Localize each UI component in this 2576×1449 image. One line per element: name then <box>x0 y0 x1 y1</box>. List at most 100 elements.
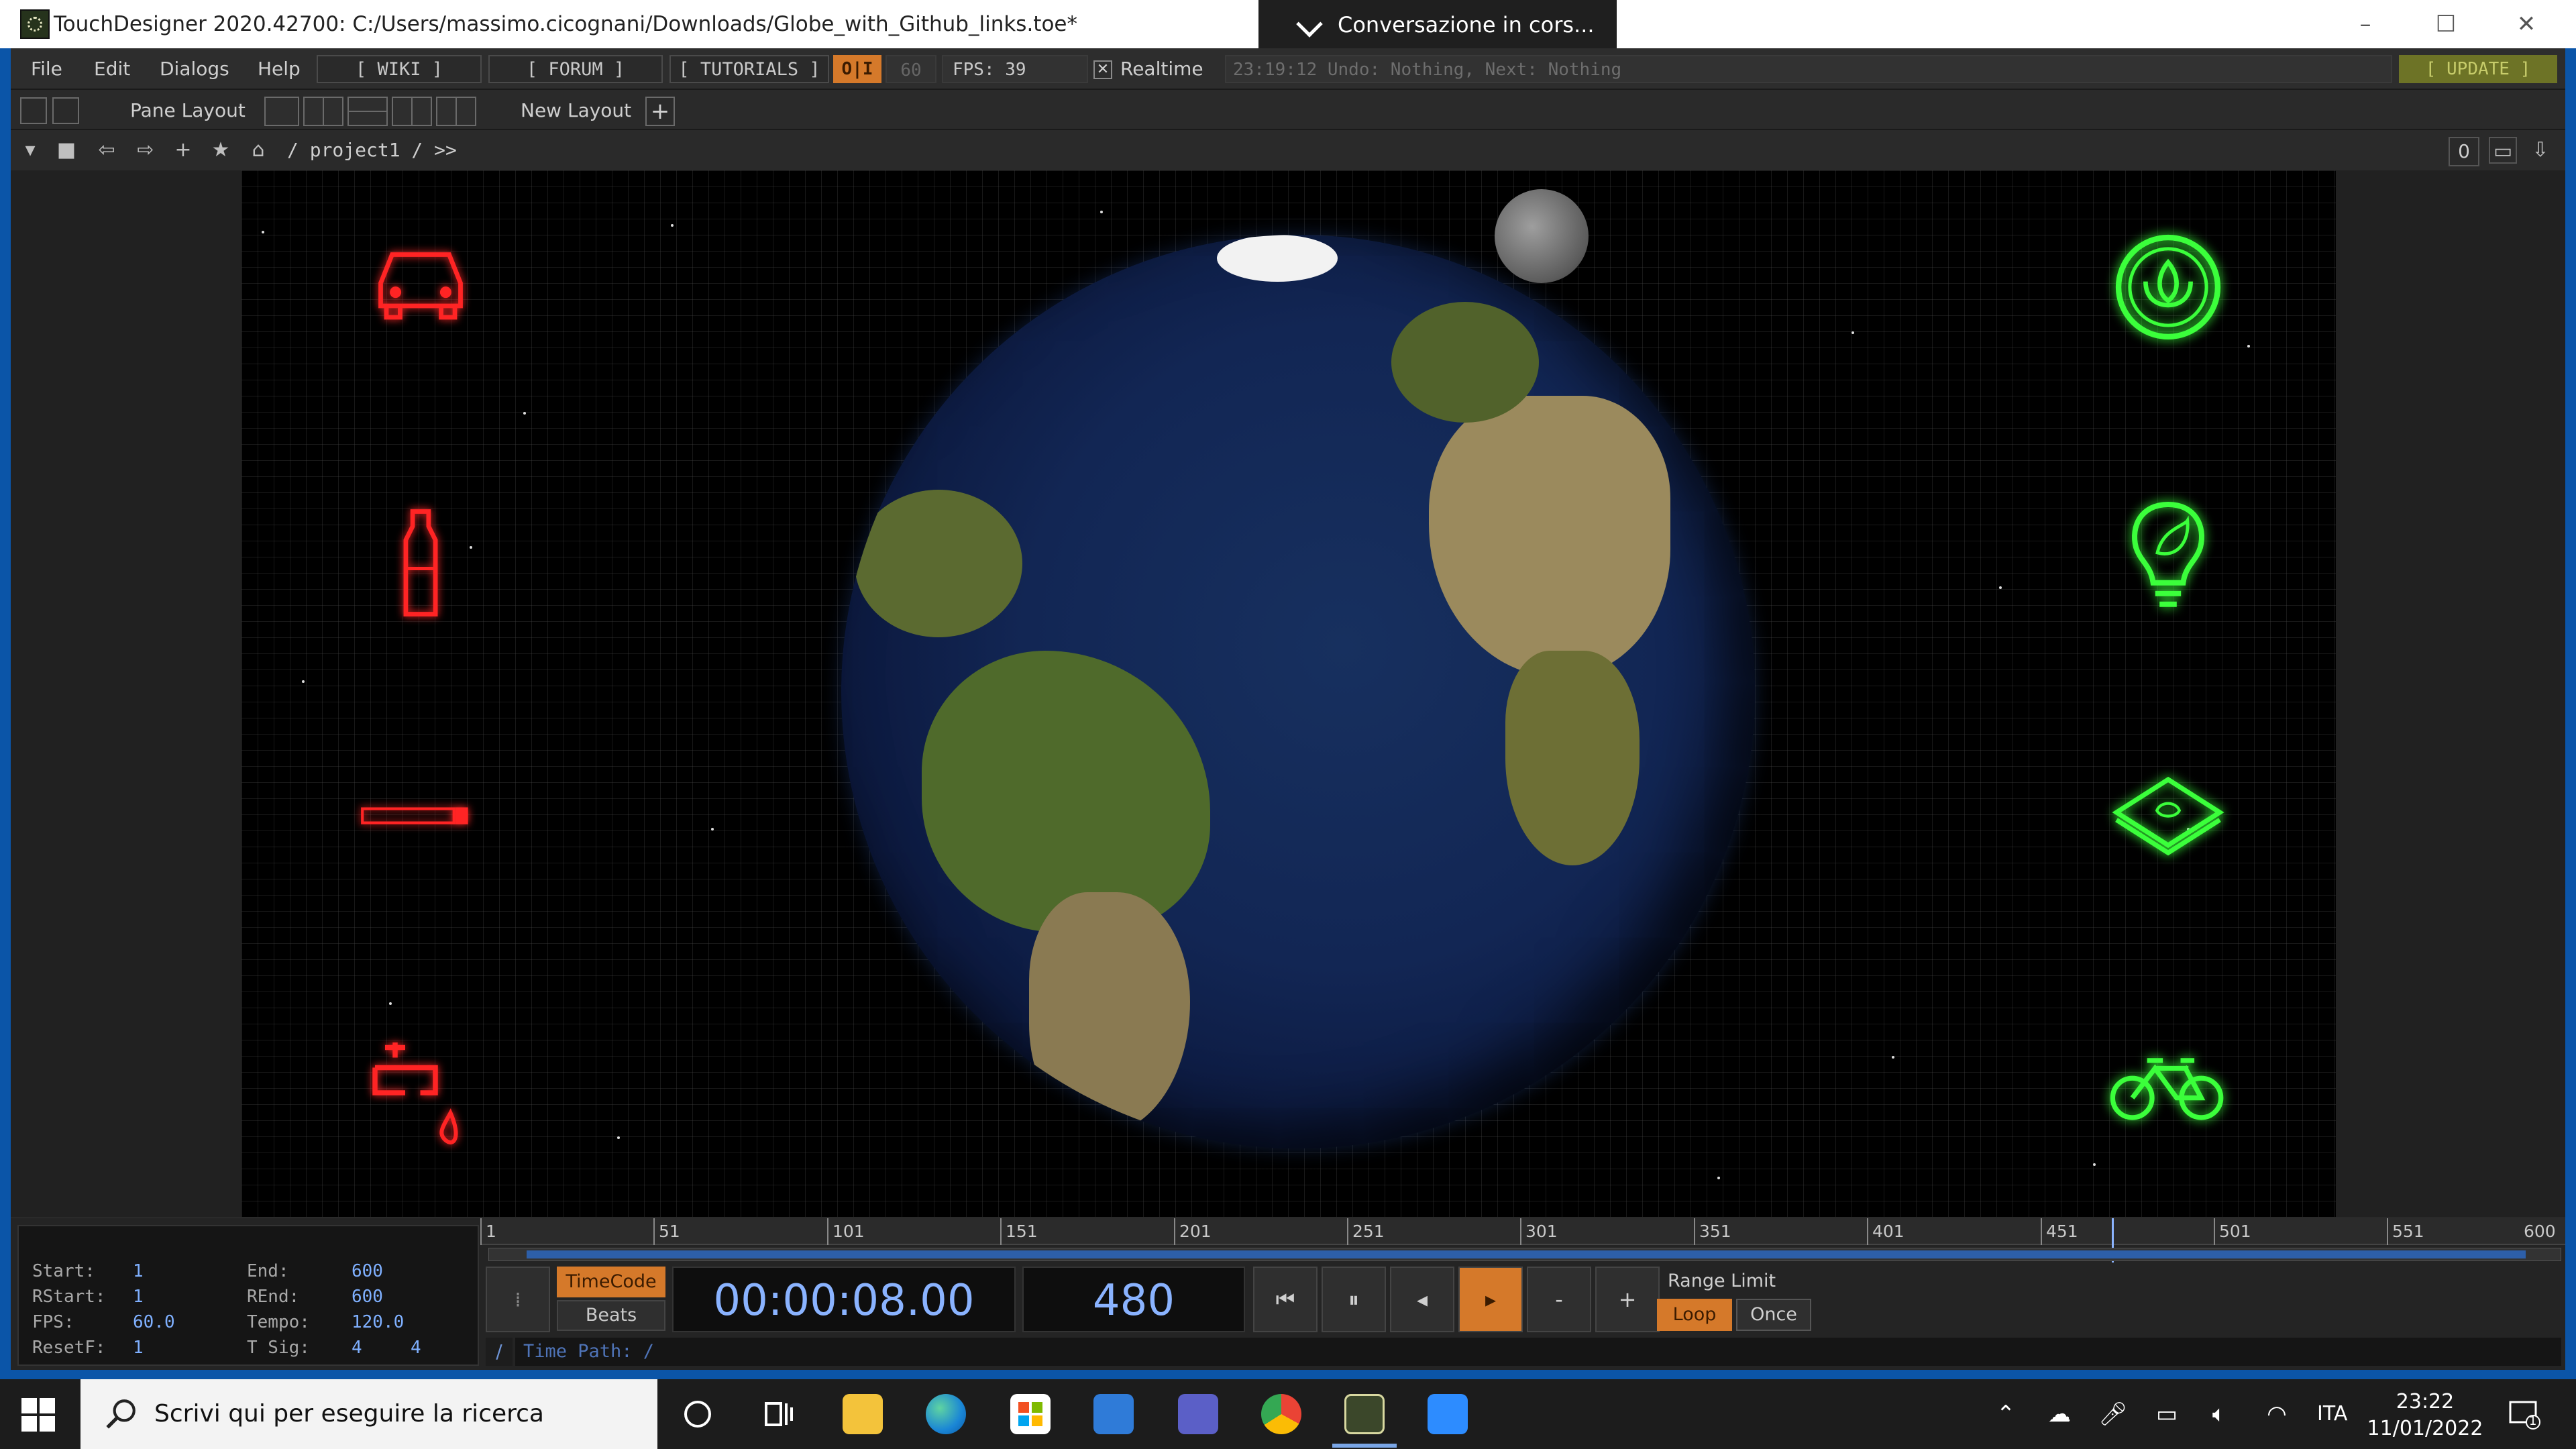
store-icon[interactable] <box>1010 1394 1051 1434</box>
ruler-tick: 351 <box>1694 1218 1731 1245</box>
tsig-numerator[interactable]: 4 <box>352 1338 362 1358</box>
car-icon[interactable] <box>364 236 478 330</box>
clock-time[interactable]: 23:22 <box>2375 1390 2475 1413</box>
cortana-icon[interactable] <box>678 1394 718 1434</box>
timeline-ruler[interactable]: 1 51 101 151 201 251 301 351 401 451 501… <box>480 1218 2565 1263</box>
step-back-button[interactable]: ◂ <box>1390 1267 1454 1332</box>
network-path[interactable]: / project1 / >> <box>287 131 457 169</box>
layout-four-pane-icon[interactable] <box>436 97 476 126</box>
range-fill[interactable] <box>527 1250 2526 1258</box>
once-button[interactable]: Once <box>1736 1299 1811 1331</box>
start-value[interactable]: 1 <box>133 1261 144 1281</box>
resetf-value[interactable]: 1 <box>133 1338 144 1358</box>
eco-bulb-icon[interactable] <box>2125 499 2211 617</box>
timeline-options-toggle[interactable]: ⁞ <box>486 1267 550 1332</box>
network-toggle-icon[interactable] <box>52 97 79 124</box>
menu-help[interactable]: Help <box>258 48 301 90</box>
timeline-range-bar[interactable] <box>488 1248 2561 1261</box>
wiki-button[interactable]: [ WIKI ] <box>317 55 482 83</box>
end-value[interactable]: 600 <box>352 1261 383 1281</box>
add-layout-button[interactable]: + <box>645 97 675 126</box>
frame-display[interactable]: 480 <box>1022 1267 1245 1332</box>
bottle-icon[interactable] <box>390 506 451 620</box>
faucet-icon[interactable] <box>365 1036 466 1150</box>
eco-tray-icon[interactable] <box>2112 774 2224 860</box>
lotus-icon[interactable] <box>2112 231 2224 343</box>
task-view-icon[interactable] <box>758 1394 798 1434</box>
cigarette-icon[interactable] <box>360 797 472 832</box>
input-language[interactable]: ITA <box>2317 1379 2347 1449</box>
chrome-icon[interactable] <box>1261 1394 1301 1434</box>
timecode-mode-button[interactable]: TimeCode <box>557 1267 665 1297</box>
active-app-indicator <box>1332 1444 1397 1448</box>
star <box>389 1002 392 1005</box>
loop-button[interactable]: Loop <box>1657 1299 1732 1331</box>
chevron-down-icon[interactable] <box>1296 11 1323 38</box>
edge-icon[interactable] <box>926 1394 966 1434</box>
stop-icon[interactable]: ■ <box>52 137 80 164</box>
layout-split-vertical-icon[interactable] <box>303 97 343 126</box>
layout-split-horizontal-icon[interactable] <box>347 97 388 126</box>
time-path-field[interactable]: Time Path: / <box>515 1338 2561 1366</box>
dropdown-triangle-icon[interactable]: ▾ <box>16 137 44 164</box>
minimize-button[interactable]: – <box>2326 0 2404 48</box>
add-icon[interactable]: + <box>169 137 197 164</box>
battery-icon[interactable]: ▭ <box>2152 1399 2182 1429</box>
rend-value[interactable]: 600 <box>352 1287 383 1307</box>
tutorials-button[interactable]: [ TUTORIALS ] <box>669 55 829 83</box>
forum-button[interactable]: [ FORUM ] <box>488 55 663 83</box>
star <box>1999 586 2002 589</box>
render-viewer[interactable] <box>241 170 2336 1217</box>
zoom-icon[interactable] <box>1428 1394 1468 1434</box>
update-button[interactable]: [ UPDATE ] <box>2399 55 2557 83</box>
bicycle-icon[interactable] <box>2108 1046 2226 1126</box>
windows-start-icon[interactable] <box>21 1398 55 1432</box>
cook-rate-field[interactable]: 60 <box>885 55 936 83</box>
time-settings-box[interactable]: Start: 1 End: 600 RStart: 1 REnd: 600 FP… <box>17 1225 479 1366</box>
clock-date[interactable]: 11/01/2022 <box>2361 1417 2489 1440</box>
oi-toggle-button[interactable]: O|I <box>833 55 881 83</box>
new-layout-label[interactable]: New Layout <box>521 91 631 130</box>
viewer-index-field[interactable]: 0 <box>2449 137 2479 166</box>
beats-mode-button[interactable]: Beats <box>557 1300 665 1331</box>
star-icon[interactable]: ★ <box>207 137 235 164</box>
layout-single-icon[interactable] <box>264 97 299 126</box>
home-icon[interactable]: ⌂ <box>244 137 272 164</box>
rend-label: REnd: <box>247 1287 300 1307</box>
onedrive-cloud-icon[interactable]: ☁ <box>2045 1399 2074 1429</box>
back-arrow-icon[interactable]: ⇦ <box>93 137 121 164</box>
rstart-value[interactable]: 1 <box>133 1287 144 1307</box>
viewer-toggle-icon[interactable] <box>20 97 47 124</box>
layout-three-pane-icon[interactable] <box>392 97 432 126</box>
menu-file[interactable]: File <box>31 48 62 90</box>
maximize-button[interactable]: ☐ <box>2407 0 2485 48</box>
rewind-button[interactable]: ⏮ <box>1253 1267 1318 1332</box>
touchdesigner-icon[interactable] <box>1344 1394 1385 1434</box>
tempo-value[interactable]: 120.0 <box>352 1312 404 1332</box>
step-minus-button[interactable]: - <box>1527 1267 1591 1332</box>
menu-dialogs[interactable]: Dialogs <box>160 48 229 90</box>
show-hidden-icons-chevron-icon[interactable]: ⌃ <box>1991 1399 2021 1429</box>
timecode-display[interactable]: 00:00:08.00 <box>672 1267 1016 1332</box>
mail-icon[interactable] <box>1093 1394 1134 1434</box>
file-explorer-icon[interactable] <box>843 1394 883 1434</box>
play-button[interactable]: ▸ <box>1458 1267 1523 1332</box>
close-button[interactable]: ✕ <box>2487 0 2565 48</box>
tsig-denominator[interactable]: 4 <box>411 1338 421 1358</box>
download-arrow-icon[interactable]: ⇩ <box>2526 137 2555 164</box>
realtime-checkbox[interactable]: ✕ <box>1093 60 1112 79</box>
fps-value[interactable]: 60.0 <box>133 1312 175 1332</box>
forward-arrow-icon[interactable]: ⇨ <box>131 137 160 164</box>
taskbar-search-box[interactable]: Scrivi qui per eseguire la ricerca <box>80 1379 657 1449</box>
volume-icon[interactable]: 🔈︎ <box>2204 1399 2234 1429</box>
star <box>617 1136 620 1139</box>
time-path-root[interactable]: / <box>486 1338 513 1366</box>
wifi-icon[interactable]: ◠ <box>2262 1399 2292 1429</box>
notification-center-icon[interactable]: 1 <box>2508 1399 2541 1430</box>
maximize-pane-icon[interactable]: ▭ <box>2489 137 2517 164</box>
microphone-icon[interactable]: 🎤︎ <box>2098 1399 2128 1429</box>
teams-icon[interactable] <box>1178 1394 1218 1434</box>
step-plus-button[interactable]: + <box>1595 1267 1660 1332</box>
pause-button[interactable]: ⏸ <box>1322 1267 1386 1332</box>
menu-edit[interactable]: Edit <box>94 48 130 90</box>
